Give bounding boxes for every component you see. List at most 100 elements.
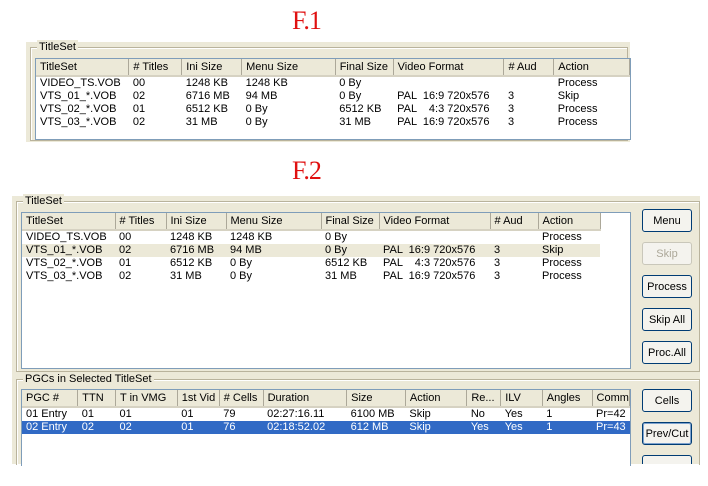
f1-titleset-column-header[interactable]: Menu Size bbox=[241, 59, 336, 77]
pgc-cell: 76 bbox=[219, 421, 264, 434]
pgc-column-header[interactable]: Action bbox=[405, 390, 468, 408]
f1-titleset-column-header[interactable]: Final Size bbox=[335, 59, 394, 77]
f1-titleset-group: TitleSet TitleSet # Titles Ini Size Menu Si… bbox=[30, 40, 631, 141]
skip-button[interactable]: Skip bbox=[642, 242, 692, 265]
f2-titleset-cell: 94 MB bbox=[226, 244, 321, 257]
f1-titleset-row[interactable]: VIDEO_TS.VOB 00 1248 KB 1248 KB 0 By Process bbox=[36, 76, 630, 90]
f2-titleset-cell: 3 bbox=[494, 270, 501, 282]
f2-titleset-column-header[interactable]: Final Size bbox=[321, 213, 380, 231]
f1-titleset-cell: 02 bbox=[132, 90, 146, 102]
f2-titleset-cell: Process bbox=[542, 231, 582, 243]
f1-titleset-column-header[interactable]: Video Format bbox=[393, 59, 505, 77]
f2-titleset-cell: Process bbox=[542, 270, 582, 282]
partial-button[interactable] bbox=[642, 455, 692, 464]
prev-cut-button[interactable]: Prev/Cut bbox=[642, 422, 692, 445]
figure-label-f1: F.1 bbox=[292, 6, 322, 35]
pgc-cell: 01 bbox=[181, 408, 194, 420]
skip-all-button[interactable]: Skip All bbox=[642, 308, 692, 331]
f1-header-row: TitleSet # Titles Ini Size Menu Size Final S… bbox=[36, 59, 630, 77]
f2-pgc-group-title: PGCs in Selected TitleSet bbox=[23, 372, 154, 386]
pgc-cell: Skip bbox=[409, 408, 431, 420]
pgc-cell: 01 bbox=[119, 408, 132, 420]
f2-titleset-column-header[interactable]: TitleSet bbox=[22, 213, 116, 231]
f1-titleset-cell: Skip bbox=[557, 90, 580, 102]
f1-titleset-cell: 6512 KB bbox=[339, 103, 382, 115]
pgc-column-header[interactable]: PGC # bbox=[22, 390, 79, 408]
pgc-row[interactable]: 02 Entry 02 02 01 76 02:18:52.02 612 MB Skip Yes… bbox=[22, 421, 630, 434]
f2-titleset-cell: 0 By bbox=[325, 231, 348, 243]
pgc-column-header[interactable]: Size bbox=[346, 390, 406, 408]
pgc-cell: 01 bbox=[177, 421, 220, 434]
pgc-cell: Yes bbox=[466, 421, 501, 434]
f2-titleset-cell: PAL 16:9 720x576 bbox=[383, 270, 476, 282]
pgc-column-header[interactable]: # Cells bbox=[219, 390, 264, 408]
f2-titleset-cell: PAL 4:3 720x576 bbox=[383, 257, 476, 269]
f1-titleset-cell: 6512 KB bbox=[185, 103, 228, 115]
f2-titleset-cell: 31 MB bbox=[170, 270, 202, 282]
f2-pgc-group: PGCs in Selected TitleSet PGC # TTN T in V… bbox=[16, 372, 700, 466]
f2-titleset-row[interactable]: VTS_02_*.VOB 01 6512 KB 0 By 6512 KB PAL 4:3 … bbox=[22, 257, 600, 270]
f1-titleset-cell: 31 MB bbox=[185, 116, 218, 128]
pgc-cell: Skip bbox=[405, 421, 467, 434]
f2-pgc-list[interactable]: PGC # TTN T in VMG 1st Vid # Cells Duration Si… bbox=[21, 389, 631, 466]
f1-titleset-cell: PAL 16:9 720x576 bbox=[397, 90, 490, 102]
f1-titleset-cell: 6716 MB bbox=[185, 90, 230, 102]
f2-titleset-row[interactable]: VTS_03_*.VOB 02 31 MB 0 By 31 MB PAL 16:9 720… bbox=[22, 270, 600, 283]
f1-titleset-column-header[interactable]: Action bbox=[553, 59, 630, 77]
pgc-column-header[interactable]: Duration bbox=[263, 390, 348, 408]
f2-titleset-cell: 1248 KB bbox=[230, 231, 273, 243]
menu-button[interactable]: Menu bbox=[642, 209, 692, 232]
cells-button[interactable]: Cells bbox=[642, 389, 692, 412]
pgc-column-header[interactable]: T in VMG bbox=[115, 390, 178, 408]
pgc-column-header[interactable]: ILV bbox=[500, 390, 543, 408]
pgc-row[interactable]: 01 Entry 01 01 01 79 02:27:16.11 6100 MB Skip No… bbox=[22, 407, 630, 421]
f2-titleset-cell: 00 bbox=[119, 231, 132, 243]
f2-titleset-column-header[interactable]: Action bbox=[538, 213, 601, 231]
f2-titleset-cell: VIDEO_TS.VOB bbox=[26, 231, 107, 243]
f2-panel: TitleSet TitleSet # Titles Ini Size Menu Si… bbox=[12, 194, 700, 466]
f1-titleset-cell: Process bbox=[557, 116, 598, 128]
f2-titleset-cell: 02 bbox=[115, 244, 166, 257]
f2-titleset-table: TitleSet # Titles Ini Size Menu Size Final S… bbox=[22, 213, 601, 283]
pgc-cell: 1 bbox=[546, 408, 553, 420]
f2-titleset-column-header[interactable]: # Aud bbox=[490, 213, 539, 231]
pgc-column-header[interactable]: Angles bbox=[542, 390, 593, 408]
pgc-column-header[interactable]: Re... bbox=[466, 390, 502, 408]
f2-titleset-column-header[interactable]: Menu Size bbox=[226, 213, 322, 231]
pgc-column-header[interactable]: 1st Vid bbox=[177, 390, 220, 408]
f1-titleset-row[interactable]: VTS_02_*.VOB 01 6512 KB 0 By 6512 KB PAL 4:3 … bbox=[36, 103, 630, 116]
f1-titleset-cell: 3 bbox=[507, 90, 515, 102]
f1-titleset-cell bbox=[393, 76, 504, 90]
f1-titleset-row[interactable]: VTS_01_*.VOB 02 6716 MB 94 MB 0 By PAL 16:9 7… bbox=[36, 90, 630, 103]
f1-titleset-column-header[interactable]: TitleSet bbox=[36, 59, 130, 77]
f2-header-row: TitleSet # Titles Ini Size Menu Size Final S… bbox=[22, 213, 601, 231]
pgc-cell: Pr=42 bbox=[596, 408, 626, 420]
f2-titleset-cell: 0 By bbox=[230, 257, 253, 269]
f1-titleset-cell: 0 By bbox=[339, 77, 362, 89]
process-button[interactable]: Process bbox=[642, 275, 692, 298]
f1-titleset-cell: 1248 KB bbox=[245, 77, 288, 89]
f1-titleset-cell: VIDEO_TS.VOB bbox=[40, 77, 121, 89]
f2-titleset-list[interactable]: TitleSet # Titles Ini Size Menu Size Final S… bbox=[21, 212, 631, 369]
f2-titleset-column-header[interactable]: # Titles bbox=[115, 213, 167, 231]
f2-titleset-row[interactable]: VIDEO_TS.VOB 00 1248 KB 1248 KB 0 By Process bbox=[22, 230, 600, 244]
pgc-cell: No bbox=[470, 408, 485, 420]
pgc-cell: 02:18:52.02 bbox=[263, 421, 347, 434]
f2-titleset-row[interactable]: VTS_01_*.VOB 02 6716 MB 94 MB 0 By PAL 16:9 7… bbox=[22, 244, 600, 257]
f2-titleset-group-title: TitleSet bbox=[23, 194, 64, 208]
f1-titleset-column-header[interactable]: Ini Size bbox=[181, 59, 243, 77]
proc-all-button[interactable]: Proc.All bbox=[642, 341, 692, 364]
f2-titleset-column-header[interactable]: Ini Size bbox=[166, 213, 227, 231]
f1-titleset-column-header[interactable]: # Aud bbox=[503, 59, 555, 77]
pgc-column-header[interactable]: TTN bbox=[77, 390, 117, 408]
f1-titleset-cell: 0 By bbox=[245, 103, 268, 115]
f2-titleset-column-header[interactable]: Video Format bbox=[379, 213, 491, 231]
f2-titleset-cell: 0 By bbox=[230, 270, 253, 282]
f1-titleset-row[interactable]: VTS_03_*.VOB 02 31 MB 0 By 31 MB PAL 16:9 720… bbox=[36, 116, 630, 129]
f1-titleset-list[interactable]: TitleSet # Titles Ini Size Menu Size Final S… bbox=[35, 58, 631, 140]
f1-titleset-column-header[interactable]: # Titles bbox=[128, 59, 183, 77]
f2-titleset-cell: 6512 KB bbox=[325, 257, 368, 269]
f2-titleset-cell: 02 bbox=[119, 270, 132, 282]
f1-titleset-cell: 31 MB bbox=[339, 116, 371, 128]
pgc-column-header[interactable]: Comm bbox=[592, 390, 630, 408]
